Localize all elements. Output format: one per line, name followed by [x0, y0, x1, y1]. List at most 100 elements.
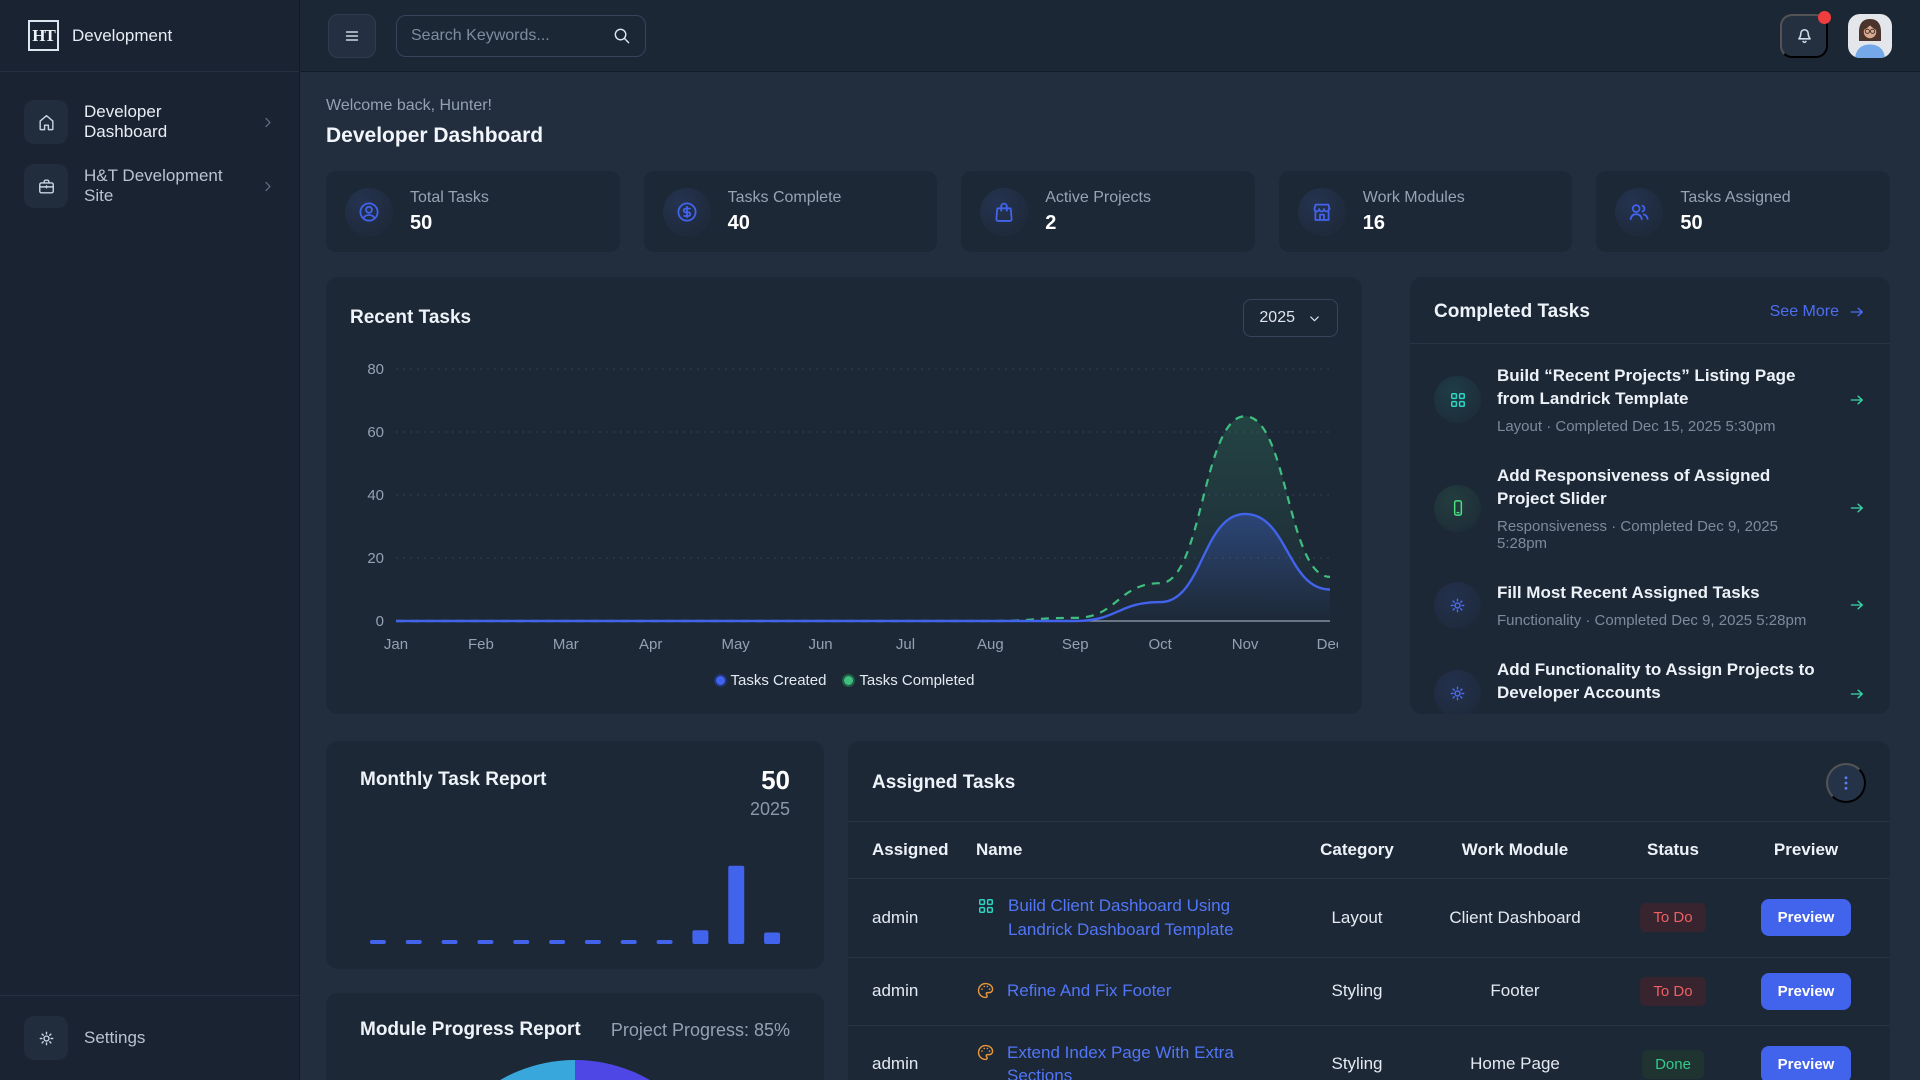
completed-task-item: Add Responsiveness of Assigned Project S…	[1434, 450, 1866, 567]
grid-icon	[976, 896, 996, 916]
table-row: admin Build Client Dashboard Using Landri…	[848, 879, 1890, 958]
bell-icon	[1794, 25, 1815, 46]
avatar[interactable]	[1848, 14, 1892, 58]
table-row: adminRefine And Fix FooterStylingFooterT…	[848, 958, 1890, 1026]
sidebar-item-label: H&T Development Site	[84, 166, 244, 206]
search-input[interactable]	[411, 27, 602, 45]
sidebar-item-developer-dashboard[interactable]: Developer Dashboard	[18, 96, 281, 148]
completed-task-meta: Functionality · Completed Dec 9, 2025 5:…	[1497, 712, 1832, 714]
svg-text:Dec: Dec	[1317, 636, 1338, 653]
palette-icon	[976, 981, 995, 1000]
legend-dot	[842, 674, 855, 687]
svg-text:Jul: Jul	[896, 636, 915, 653]
svg-text:Feb: Feb	[468, 636, 494, 653]
table-menu-button[interactable]	[1826, 763, 1866, 803]
completed-task-item: Build “Recent Projects” Listing Page fro…	[1434, 350, 1866, 450]
stat-card-total-tasks: Total Tasks 50	[326, 171, 620, 252]
completed-tasks-title: Completed Tasks	[1434, 301, 1590, 323]
recent-tasks-chart: 020406080JanFebMarAprMayJunJulAugSepOctN…	[350, 353, 1338, 664]
column-header-category: Category	[1292, 840, 1422, 860]
table-header: AssignedNameCategoryWork ModuleStatusPre…	[848, 821, 1890, 879]
module-progress-pie	[425, 1060, 725, 1080]
sidebar-item-h-t-development-site[interactable]: H&T Development Site	[18, 160, 281, 212]
legend-label: Tasks Created	[731, 672, 827, 689]
cell-assigned: admin	[872, 908, 968, 928]
gear-icon	[24, 1016, 68, 1060]
row-reports: Monthly Task Report 50 2025 Module Progr…	[326, 741, 1890, 1080]
notification-dot	[1818, 11, 1831, 24]
arrow-right-icon[interactable]	[1848, 596, 1866, 614]
arrow-right-icon[interactable]	[1848, 685, 1866, 703]
topbar	[300, 0, 1920, 72]
sidebar-nav: Developer Dashboard H&T Development Site	[0, 72, 299, 995]
legend-item-tasks-completed[interactable]: Tasks Completed	[842, 672, 974, 689]
cell-assigned: admin	[872, 1054, 968, 1074]
cell-assigned: admin	[872, 981, 968, 1001]
svg-text:60: 60	[367, 424, 384, 441]
bag-icon	[980, 188, 1028, 236]
year-dropdown[interactable]: 2025	[1243, 299, 1338, 337]
cell-category: Layout	[1292, 908, 1422, 928]
gear-icon	[1434, 582, 1481, 629]
task-name-link[interactable]: Extend Index Page With Extra Sections	[1007, 1041, 1284, 1080]
task-name-link[interactable]: Refine And Fix Footer	[1007, 979, 1171, 1003]
content: Welcome back, Hunter! Developer Dashboar…	[300, 72, 1920, 1080]
stat-card-active-projects: Active Projects2	[961, 171, 1255, 252]
brand: HT Development	[0, 0, 299, 72]
status-badge: To Do	[1640, 903, 1705, 932]
column-header-assigned: Assigned	[872, 840, 968, 860]
svg-text:80: 80	[367, 361, 384, 378]
chevron-right-icon	[260, 115, 275, 130]
welcome-text: Welcome back, Hunter!	[326, 97, 1890, 115]
monthly-bar-chart	[360, 820, 790, 953]
assigned-tasks-title: Assigned Tasks	[872, 772, 1015, 794]
reports-column: Monthly Task Report 50 2025 Module Progr…	[326, 741, 824, 1080]
chevron-down-icon	[1307, 311, 1322, 326]
recent-tasks-panel: Recent Tasks 2025 020406080JanFebMarAprM…	[326, 277, 1362, 714]
completed-tasks-panel: Completed Tasks See More Build “Recent P…	[1410, 277, 1890, 714]
see-more-link[interactable]: See More	[1770, 303, 1866, 321]
monthly-report-title: Monthly Task Report	[360, 765, 547, 791]
svg-text:Mar: Mar	[553, 636, 579, 653]
brand-name: Development	[72, 26, 172, 46]
stat-card-tasks-complete: Tasks Complete 40	[644, 171, 938, 252]
stat-value: 2	[1045, 212, 1151, 235]
svg-text:Jan: Jan	[384, 636, 408, 653]
svg-text:Apr: Apr	[639, 636, 662, 653]
stat-value: 40	[728, 212, 842, 235]
search-icon[interactable]	[612, 26, 631, 45]
grid-icon	[1434, 376, 1481, 423]
completed-task-title: Build “Recent Projects” Listing Page fro…	[1497, 365, 1832, 411]
status-badge: To Do	[1640, 977, 1705, 1006]
page-title: Developer Dashboard	[326, 124, 1890, 148]
notifications-button[interactable]	[1780, 14, 1828, 58]
stat-label: Work Modules	[1363, 189, 1465, 207]
hamburger-menu-button[interactable]	[328, 14, 376, 58]
status-badge: Done	[1642, 1050, 1704, 1079]
completed-tasks-list: Build “Recent Projects” Listing Page fro…	[1410, 344, 1890, 714]
briefcase-icon	[24, 164, 68, 208]
svg-text:Aug: Aug	[977, 636, 1004, 653]
preview-button[interactable]: Preview	[1761, 899, 1852, 936]
legend-label: Tasks Completed	[859, 672, 974, 689]
sidebar-item-label: Developer Dashboard	[84, 102, 244, 142]
recent-tasks-title: Recent Tasks	[350, 299, 471, 329]
task-name-link[interactable]: Build Client Dashboard Using Landrick Da…	[1008, 894, 1284, 942]
cell-work-module: Client Dashboard	[1430, 908, 1600, 928]
stat-label: Total Tasks	[410, 189, 489, 207]
table-row: admin Extend Index Page With Extra Sectio…	[848, 1026, 1890, 1080]
stats-row: Total Tasks 50 Tasks Complete 40 Active Proj…	[326, 171, 1890, 252]
stat-card-tasks-assigned: Tasks Assigned50	[1596, 171, 1890, 252]
preview-button[interactable]: Preview	[1761, 973, 1852, 1010]
completed-task-title: Fill Most Recent Assigned Tasks	[1497, 582, 1832, 605]
stat-label: Tasks Complete	[728, 189, 842, 207]
arrow-right-icon[interactable]	[1848, 391, 1866, 409]
preview-button[interactable]: Preview	[1761, 1046, 1852, 1080]
completed-task-meta: Functionality · Completed Dec 9, 2025 5:…	[1497, 612, 1832, 629]
legend-item-tasks-created[interactable]: Tasks Created	[714, 672, 827, 689]
arrow-right-icon[interactable]	[1848, 499, 1866, 517]
monthly-report-total: 50	[750, 765, 790, 796]
stat-value: 50	[410, 212, 489, 235]
gear-icon	[1434, 670, 1481, 714]
sidebar-item-settings[interactable]: Settings	[18, 1012, 281, 1064]
